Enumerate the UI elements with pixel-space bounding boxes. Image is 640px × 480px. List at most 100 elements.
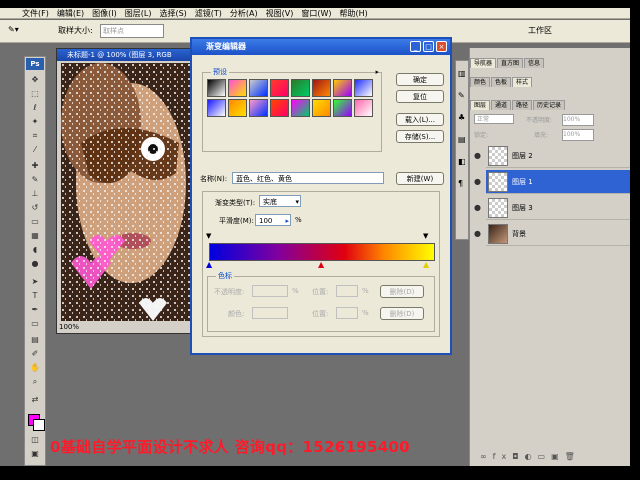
type-tool-icon[interactable]: T (28, 291, 42, 301)
layer-row[interactable]: ● 背景 (474, 222, 630, 246)
preset-swatch[interactable] (249, 79, 268, 97)
marquee-tool-icon[interactable]: ⬚ (28, 89, 42, 99)
gradient-tool-icon[interactable]: ▦ (28, 231, 42, 241)
close-icon[interactable]: × (436, 41, 447, 52)
menu-layer[interactable]: 图层(L) (125, 8, 152, 18)
healing-brush-icon[interactable]: ✚ (28, 161, 42, 171)
tab-histogram[interactable]: 直方图 (497, 58, 524, 68)
eyedropper-tool-icon[interactable]: ✐ (28, 349, 42, 359)
preset-swatch[interactable] (207, 99, 226, 117)
crop-tool-icon[interactable]: ⌗ (28, 131, 42, 141)
history-brush-icon[interactable]: ↺ (28, 203, 42, 213)
adjustment-layer-icon[interactable]: ◐ (525, 452, 538, 461)
layer-row[interactable]: ● 图层 3 (474, 196, 630, 220)
slice-tool-icon[interactable]: ⁄ (28, 145, 42, 155)
zoom-level[interactable]: 100% (59, 323, 79, 331)
gradient-name-field[interactable]: 蓝色、红色、黄色 (232, 172, 384, 184)
delete-opacity-stop-button[interactable]: 删除(D) (380, 285, 424, 298)
pen-tool-icon[interactable]: ✒ (28, 305, 42, 315)
notes-tool-icon[interactable]: ▤ (28, 335, 42, 345)
hand-tool-icon[interactable]: ✋ (28, 363, 42, 373)
menu-filter[interactable]: 滤镜(T) (195, 8, 222, 18)
layer-opacity-field[interactable]: 100% (562, 114, 594, 126)
preset-swatch[interactable] (249, 99, 268, 117)
preset-swatch[interactable] (228, 79, 247, 97)
new-layer-icon[interactable]: ▣ (551, 452, 565, 461)
visibility-eye-icon[interactable]: ● (474, 151, 481, 160)
preset-swatch[interactable] (333, 99, 352, 117)
visibility-eye-icon[interactable]: ● (474, 177, 481, 186)
delete-color-stop-button[interactable]: 删除(D) (380, 307, 424, 320)
menu-image[interactable]: 图像(I) (92, 8, 117, 18)
panel-icon-3[interactable]: ♣ (458, 113, 465, 122)
color-stop-red[interactable]: ▲ (318, 260, 324, 269)
opacity-stop-left[interactable]: ▼ (206, 232, 211, 240)
panel-icon-5[interactable]: ◧ (458, 157, 466, 166)
lasso-tool-icon[interactable]: ℓ (28, 103, 42, 113)
tab-history[interactable]: 历史记录 (533, 100, 566, 110)
swap-colors-icon[interactable]: ⇄ (28, 395, 42, 405)
layer-style-icon[interactable]: fx (493, 452, 513, 461)
preset-swatch[interactable] (354, 99, 373, 117)
magic-wand-icon[interactable]: ✦ (28, 117, 42, 127)
tab-paths[interactable]: 路径 (512, 100, 533, 110)
menu-help[interactable]: 帮助(H) (340, 8, 368, 18)
brush-tool-icon[interactable]: ✎ (28, 175, 42, 185)
menu-analysis[interactable]: 分析(A) (230, 8, 258, 18)
background-color-swatch[interactable] (33, 419, 45, 431)
tab-color[interactable]: 颜色 (470, 77, 491, 87)
presets-menu-icon[interactable]: ▸ (375, 68, 379, 76)
preset-swatch[interactable] (291, 99, 310, 117)
move-tool-icon[interactable]: ✥ (28, 75, 42, 85)
gradient-preview-bar[interactable] (209, 243, 435, 261)
menu-select[interactable]: 选择(S) (159, 8, 186, 18)
blend-mode-select[interactable]: 正常 (474, 114, 514, 124)
color-stop-blue[interactable]: ▲ (206, 260, 212, 269)
sample-size-select[interactable]: 取样点 (100, 24, 164, 38)
panel-icon-4[interactable]: ▤ (458, 135, 466, 144)
maximize-icon[interactable]: □ (423, 41, 434, 52)
opacity-stop-right[interactable]: ▼ (423, 232, 428, 240)
color-stop-yellow[interactable]: ▲ (423, 260, 429, 269)
preset-swatch[interactable] (228, 99, 247, 117)
new-group-icon[interactable]: ▭ (538, 452, 552, 461)
screen-mode-icon[interactable]: ▣ (28, 449, 42, 459)
zoom-tool-icon[interactable]: ⌕ (28, 377, 42, 387)
panel-icon-1[interactable]: ▥ (458, 69, 466, 78)
preset-swatch[interactable] (270, 79, 289, 97)
minimize-icon[interactable]: _ (410, 41, 421, 52)
tab-styles[interactable]: 样式 (512, 77, 533, 87)
layer-fill-field[interactable]: 100% (562, 129, 594, 141)
menu-edit[interactable]: 编辑(E) (57, 8, 84, 18)
stamp-tool-icon[interactable]: ⊥ (28, 189, 42, 199)
link-layers-icon[interactable]: ∞ (480, 452, 493, 461)
preset-swatch[interactable] (270, 99, 289, 117)
menu-window[interactable]: 窗口(W) (301, 8, 331, 18)
tab-navigator[interactable]: 导航器 (470, 58, 497, 68)
preset-swatch[interactable] (291, 79, 310, 97)
eraser-tool-icon[interactable]: ▭ (28, 217, 42, 227)
menu-view[interactable]: 视图(V) (266, 8, 294, 18)
document-canvas[interactable] (61, 63, 191, 321)
new-button[interactable]: 新建(W) (396, 172, 444, 185)
shape-tool-icon[interactable]: ▭ (28, 319, 42, 329)
add-mask-icon[interactable]: ◘ (512, 452, 524, 461)
dodge-tool-icon[interactable]: ● (28, 259, 42, 269)
load-button[interactable]: 载入(L)... (396, 113, 444, 126)
eyedropper-icon[interactable]: ✎▾ (8, 25, 19, 34)
panel-icon-6[interactable]: ¶ (458, 179, 463, 188)
panel-icon-2[interactable]: ✎ (458, 91, 465, 100)
save-button[interactable]: 存储(S)... (396, 130, 444, 143)
path-select-icon[interactable]: ➤ (28, 277, 42, 287)
ok-button[interactable]: 确定 (396, 73, 444, 86)
preset-swatch[interactable] (354, 79, 373, 97)
tab-info[interactable]: 信息 (524, 58, 545, 68)
reset-button[interactable]: 复位 (396, 90, 444, 103)
preset-swatch[interactable] (312, 79, 331, 97)
tab-channels[interactable]: 通道 (491, 100, 512, 110)
delete-layer-icon[interactable]: 🗑 (565, 452, 581, 461)
tab-layers[interactable]: 图层 (470, 100, 491, 110)
document-title[interactable]: 未标题-1 @ 100% (图层 3, RGB (57, 49, 197, 61)
gradient-type-select[interactable]: 实底 ▾ (259, 195, 301, 207)
smoothness-field[interactable]: 100 ▸ (255, 214, 291, 226)
